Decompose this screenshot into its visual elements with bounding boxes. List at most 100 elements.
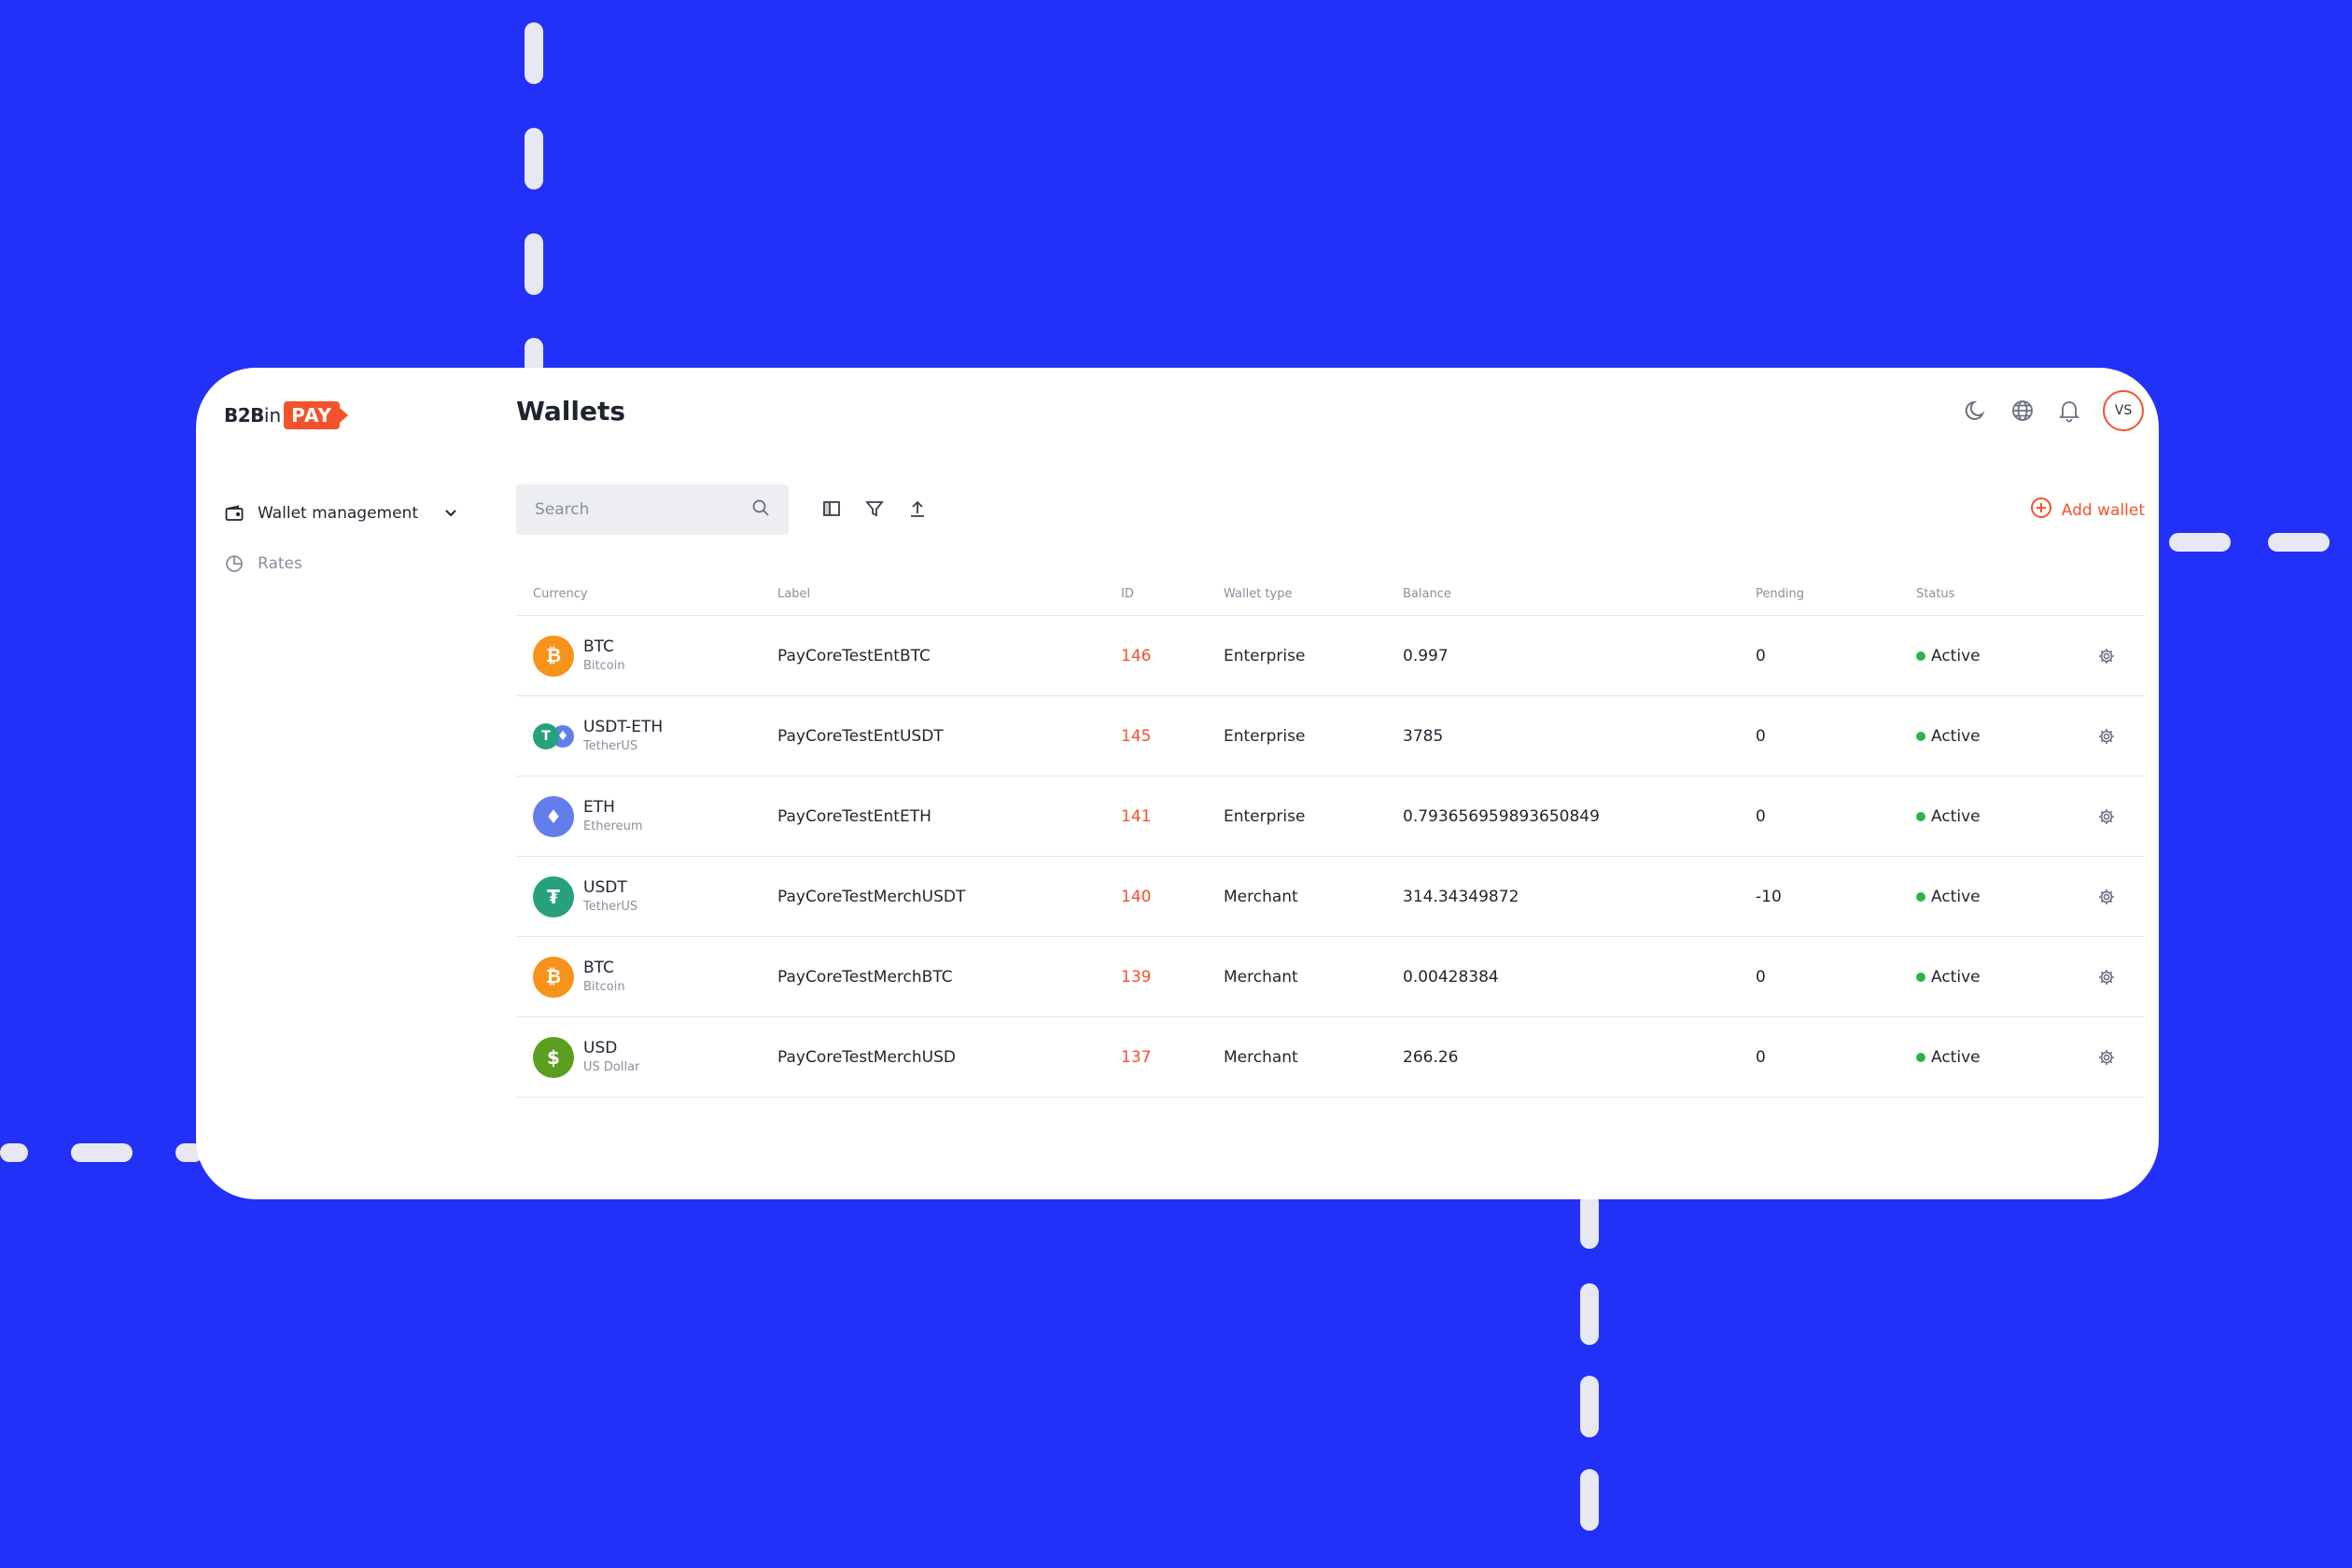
table-row[interactable]: T ♦ USDT-ETH TetherUS PayCoreTestEntUSDT … [516,696,2145,777]
wallet-label: PayCoreTestMerchUSD [777,1047,956,1067]
sidebar-nav: Wallet management Rates [224,496,467,596]
tether-icon: ₮ [533,875,574,917]
currency-symbol: USD [583,1038,618,1057]
bell-icon[interactable] [2056,398,2082,424]
wallet-balance: 0.997 [1403,646,1449,665]
wallet-pending: 0 [1756,806,1766,826]
gear-icon[interactable] [2079,1048,2135,1067]
currency-symbol: BTC [583,958,614,977]
globe-icon[interactable] [2009,398,2036,424]
table-header: Currency Label ID Wallet type Balance Pe… [516,573,2145,616]
wallet-pending: -10 [1756,887,1782,906]
wallet-type: Merchant [1224,967,1298,987]
plus-circle-icon [2030,497,2052,524]
wallet-icon [224,503,245,524]
wallet-id[interactable]: 141 [1121,807,1224,826]
currency-name: US Dollar [583,1059,640,1074]
wallet-balance: 266.26 [1403,1047,1459,1067]
currency-name: TetherUS [583,738,638,753]
wallet-balance: 0.00428384 [1403,967,1499,987]
export-icon[interactable] [905,497,930,521]
currency-name: Bitcoin [583,979,625,994]
sidebar-item-label: Wallet management [258,504,418,523]
status-dot-icon [1916,731,1925,741]
column-header[interactable]: Currency [516,587,777,601]
column-header[interactable]: ID [1121,587,1224,601]
currency-symbol: USDT-ETH [583,717,664,736]
gear-icon[interactable] [2079,727,2135,746]
bitcoin-icon: ₿ [533,956,574,998]
table-row[interactable]: $ USD US Dollar PayCoreTestMerchUSD 137 … [516,1017,2145,1098]
moon-icon[interactable] [1963,398,1989,424]
decor-dash [0,1143,28,1162]
add-wallet-button[interactable]: Add wallet [2030,497,2145,524]
brand-logo[interactable]: B2B in PAY [224,400,348,430]
table-row[interactable]: ₿ BTC Bitcoin PayCoreTestMerchBTC 139 Me… [516,937,2145,1017]
app-window: B2B in PAY Wallet management Rates Walle… [196,368,2159,1199]
status-dot-icon [1916,1052,1925,1062]
search-icon[interactable] [751,498,770,521]
gear-icon[interactable] [2079,888,2135,906]
page-title: Wallets [516,396,626,427]
wallet-id[interactable]: 146 [1121,647,1224,665]
column-header[interactable]: Wallet type [1224,587,1403,601]
status-badge: Active [1916,647,2079,665]
currency-name: TetherUS [583,899,638,914]
decor-dash [1580,1376,1599,1437]
status-dot-icon [1916,651,1925,661]
wallet-balance: 3785 [1403,726,1444,746]
wallet-type: Enterprise [1224,806,1306,826]
search-input[interactable] [535,500,751,519]
wallet-id[interactable]: 139 [1121,968,1224,987]
column-header[interactable]: Pending [1756,587,1916,601]
table-row[interactable]: ₮ USDT TetherUS PayCoreTestMerchUSDT 140… [516,857,2145,937]
table-row[interactable]: ₿ BTC Bitcoin PayCoreTestEntBTC 146 Ente… [516,616,2145,696]
wallet-type: Enterprise [1224,646,1306,665]
columns-icon[interactable] [819,497,844,521]
sidebar-item-wallet-management[interactable]: Wallet management [224,496,467,531]
bitcoin-icon: ₿ [533,635,574,677]
wallet-pending: 0 [1756,646,1766,665]
wallet-id[interactable]: 137 [1121,1048,1224,1067]
wallet-type: Enterprise [1224,726,1306,746]
gear-icon[interactable] [2079,968,2135,987]
status-badge: Active [1916,888,2079,906]
table-tools [819,497,930,521]
dollar-icon: $ [533,1036,574,1078]
wallet-id[interactable]: 140 [1121,888,1224,906]
status-dot-icon [1916,891,1925,902]
wallet-label: PayCoreTestEntUSDT [777,726,944,746]
decor-dash [525,22,543,84]
table-row[interactable]: ♦ ETH Ethereum PayCoreTestEntETH 141 Ent… [516,777,2145,857]
avatar[interactable]: VS [2103,390,2144,431]
ethereum-icon: ♦ [533,795,574,837]
pie-chart-icon [224,553,245,574]
search-box [516,484,789,535]
status-badge: Active [1916,1048,2079,1067]
currency-symbol: ETH [583,797,615,817]
decor-dash [1580,1283,1599,1345]
wallet-label: PayCoreTestEntBTC [777,646,931,665]
filter-icon[interactable] [862,497,887,521]
decor-dash [1580,1469,1599,1531]
column-header[interactable]: Status [1916,587,2079,601]
wallet-type: Merchant [1224,1047,1298,1067]
sidebar-item-rates[interactable]: Rates [224,546,467,581]
add-wallet-label: Add wallet [2061,500,2145,520]
gear-icon[interactable] [2079,807,2135,826]
wallet-pending: 0 [1756,967,1766,987]
gear-icon[interactable] [2079,647,2135,665]
currency-name: Ethereum [583,819,643,833]
decor-dash [525,128,543,189]
wallet-id[interactable]: 145 [1121,727,1224,746]
wallet-balance: 314.34349872 [1403,887,1519,906]
header-actions: VS [1963,390,2144,431]
status-badge: Active [1916,968,2079,987]
column-header[interactable]: Label [777,587,1121,601]
wallet-pending: 0 [1756,726,1766,746]
chevron-down-icon[interactable] [444,504,457,523]
column-header[interactable]: Balance [1403,587,1756,601]
wallet-label: PayCoreTestMerchBTC [777,967,953,987]
wallet-pending: 0 [1756,1047,1766,1067]
decor-dash [71,1143,133,1162]
